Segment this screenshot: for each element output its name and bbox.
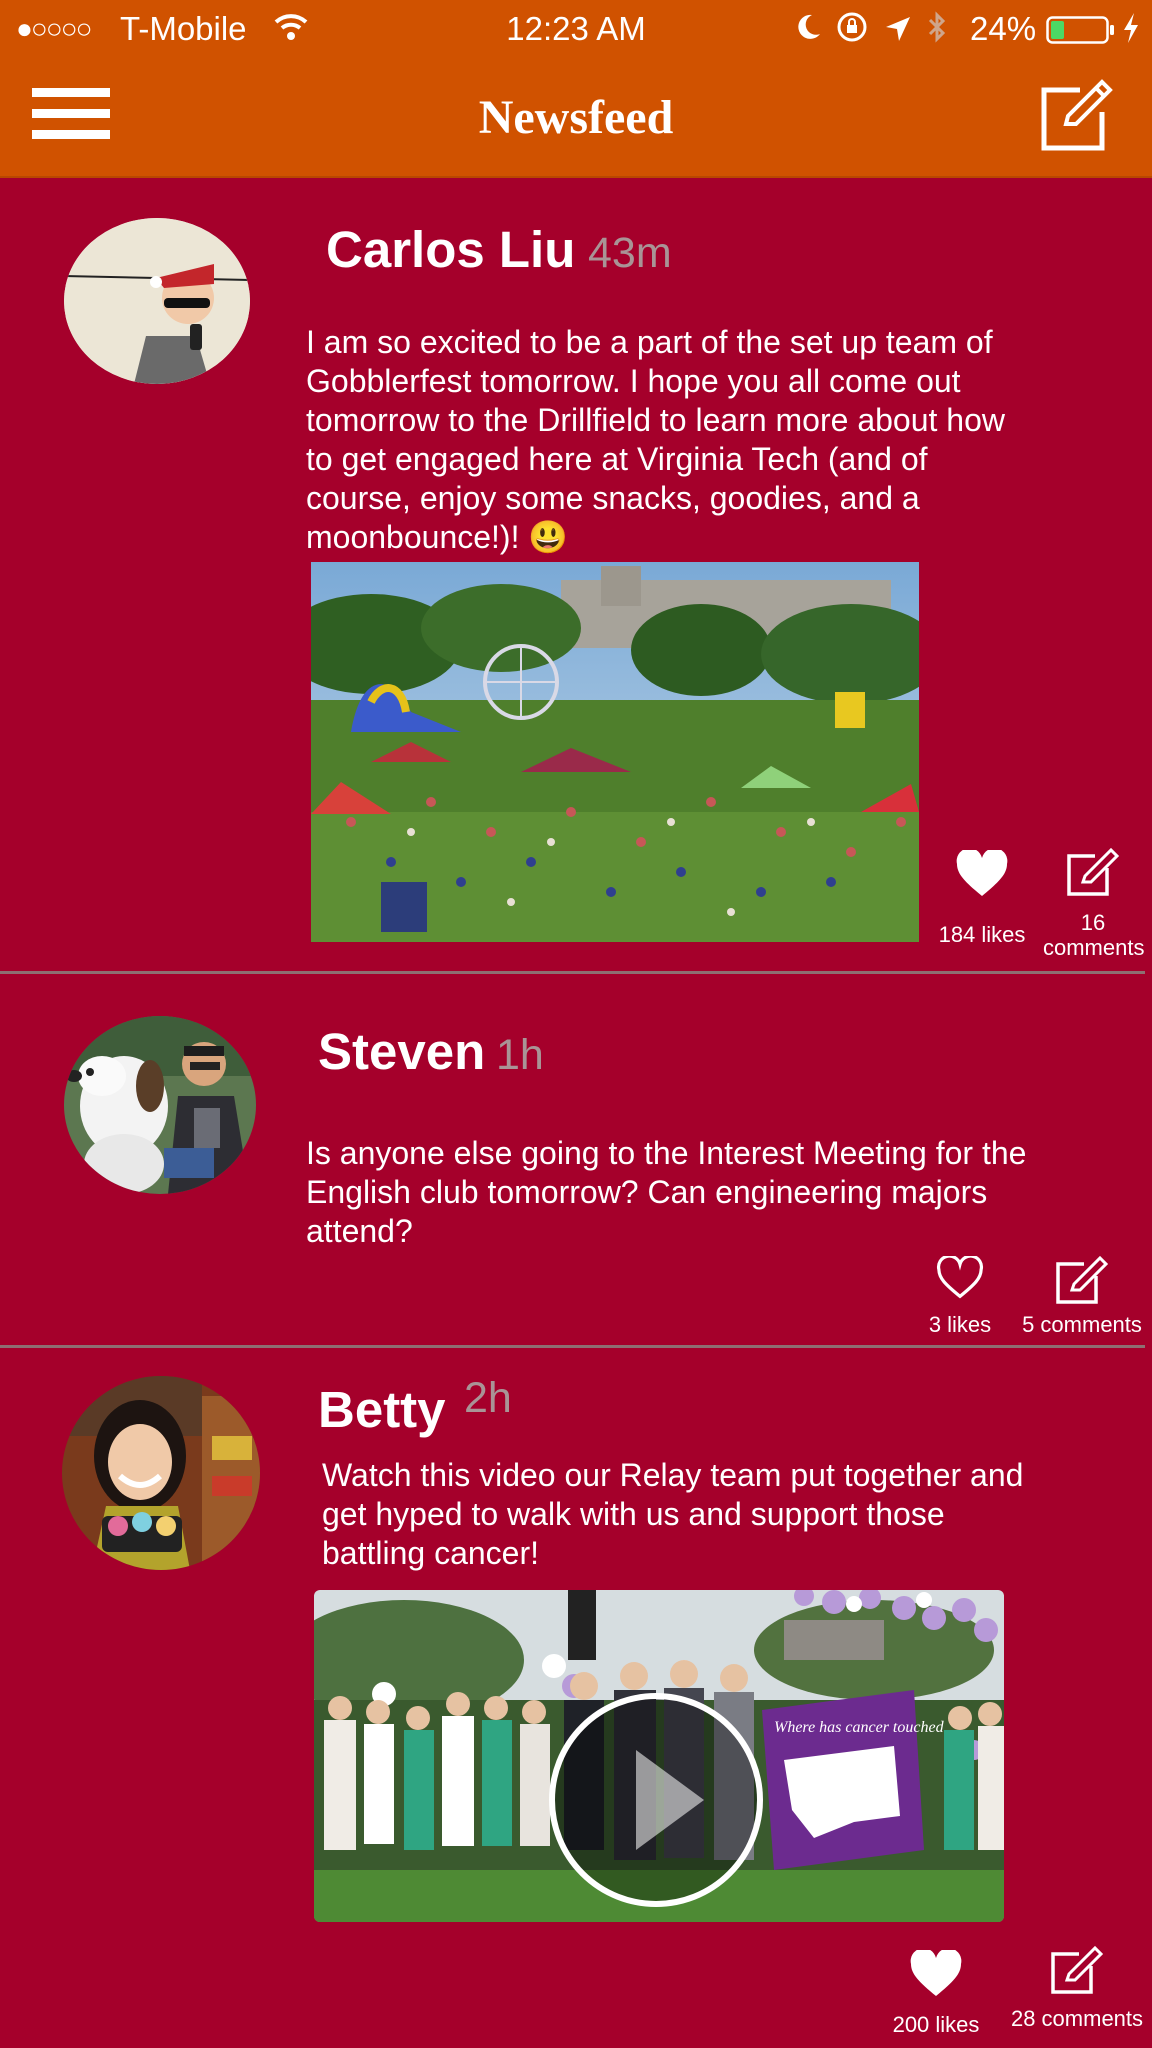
post-card: Steven 1h Is anyone else going to the In… <box>0 974 1152 1346</box>
avatar[interactable] <box>62 1376 260 1570</box>
post-photo[interactable] <box>311 562 919 942</box>
post-body: Is anyone else going to the Interest Mee… <box>306 1135 1027 1249</box>
banner-text: Where has cancer touched <box>774 1719 945 1736</box>
post-card: Betty 2h Watch this video our Relay team… <box>0 1348 1152 2048</box>
video-thumbnail[interactable]: Where has cancer touched <box>314 1590 1004 1922</box>
page-title: Newsfeed <box>478 91 674 144</box>
status-bar: ●○○○○ T-Mobile 12:23 AM 24% <box>0 0 1152 56</box>
post-timestamp: 2h <box>464 1374 512 1422</box>
comment-icon <box>1067 847 1120 896</box>
comment-button[interactable]: 16 comments <box>1036 846 1150 960</box>
author-name[interactable]: Steven <box>318 1022 485 1081</box>
compose-icon[interactable] <box>1040 76 1116 152</box>
post-timestamp: 43m <box>588 229 672 277</box>
heart-icon <box>910 1950 962 1996</box>
author-name[interactable]: Carlos Liu <box>326 220 575 279</box>
comment-button[interactable]: 28 comments <box>1004 1944 1150 2031</box>
avatar[interactable] <box>64 1016 256 1194</box>
location-arrow-icon <box>884 13 912 51</box>
moon-icon <box>794 12 822 50</box>
comment-count: 5 comments <box>1022 1312 1142 1337</box>
battery-icon <box>1046 14 1116 52</box>
charging-bolt-icon <box>1122 12 1140 52</box>
like-count: 200 likes <box>892 2012 980 2037</box>
comment-count: 16 comments <box>1043 910 1145 960</box>
post-body: Watch this video our Relay team put toge… <box>322 1457 1024 1571</box>
nav-bar: Newsfeed <box>0 56 1152 178</box>
like-button[interactable]: 184 likes <box>928 850 1036 947</box>
heart-icon <box>956 850 1008 896</box>
comment-icon <box>1056 1255 1109 1304</box>
like-button[interactable]: 200 likes <box>886 1950 986 2037</box>
battery-percent: 24% <box>970 10 1037 47</box>
like-button[interactable]: 3 likes <box>910 1256 1010 1337</box>
post-timestamp: 1h <box>496 1031 544 1079</box>
comment-count: 28 comments <box>1010 2006 1144 2031</box>
comment-icon <box>1051 1945 1104 1994</box>
author-name[interactable]: Betty <box>318 1380 446 1439</box>
avatar[interactable] <box>64 218 250 384</box>
orientation-lock-icon <box>836 11 868 51</box>
post-body: I am so excited to be a part of the set … <box>306 324 1005 555</box>
like-count: 3 likes <box>928 1312 992 1337</box>
bluetooth-icon <box>926 11 948 51</box>
heart-outline-icon <box>936 1256 984 1299</box>
like-count: 184 likes <box>938 922 1026 947</box>
comment-button[interactable]: 5 comments <box>1014 1254 1150 1337</box>
post-card: Carlos Liu 43m I am so excited to be a p… <box>0 178 1152 972</box>
